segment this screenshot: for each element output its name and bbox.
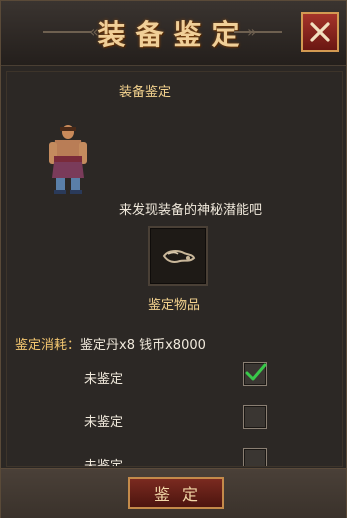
checkmark-icon — [245, 363, 267, 381]
character-figure — [49, 125, 87, 194]
item-label: 鉴定物品 — [148, 298, 201, 313]
item-slot[interactable] — [148, 226, 208, 286]
cost-value: 鉴定丹x8 钱币x8000 — [80, 338, 206, 353]
close-icon — [310, 22, 330, 42]
option-label-2: 未鉴定 — [84, 415, 124, 430]
option-label-3: 未鉴定 — [84, 459, 124, 467]
option-checkbox-3[interactable] — [243, 448, 267, 466]
identify-content: 装备鉴定 来发现装备的神秘潜能吧 鉴定物品 鉴定消耗：鉴定丹x8 钱币x8000… — [6, 71, 343, 467]
equipment-item-icon — [162, 250, 196, 263]
header-divider-right — [234, 31, 282, 33]
window-footer: 鉴定 — [1, 468, 346, 518]
panel-heading: 装备鉴定 — [119, 85, 172, 100]
option-checkbox-2[interactable] — [243, 405, 267, 429]
hint-text: 来发现装备的神秘潜能吧 — [119, 203, 263, 218]
option-label-1: 未鉴定 — [84, 372, 124, 387]
close-button[interactable] — [301, 12, 339, 52]
cost-label: 鉴定消耗： — [15, 338, 81, 353]
identify-button[interactable]: 鉴定 — [128, 477, 224, 509]
cost-row: 鉴定消耗：鉴定丹x8 钱币x8000 — [15, 334, 206, 353]
option-checkbox-1[interactable] — [243, 362, 267, 386]
window-title: 装备鉴定 — [97, 18, 250, 51]
window-header: « 装备鉴定 » — [1, 1, 346, 66]
identify-window: « 装备鉴定 » 装备鉴定 来发现装备的神秘潜能吧 — [0, 0, 347, 518]
